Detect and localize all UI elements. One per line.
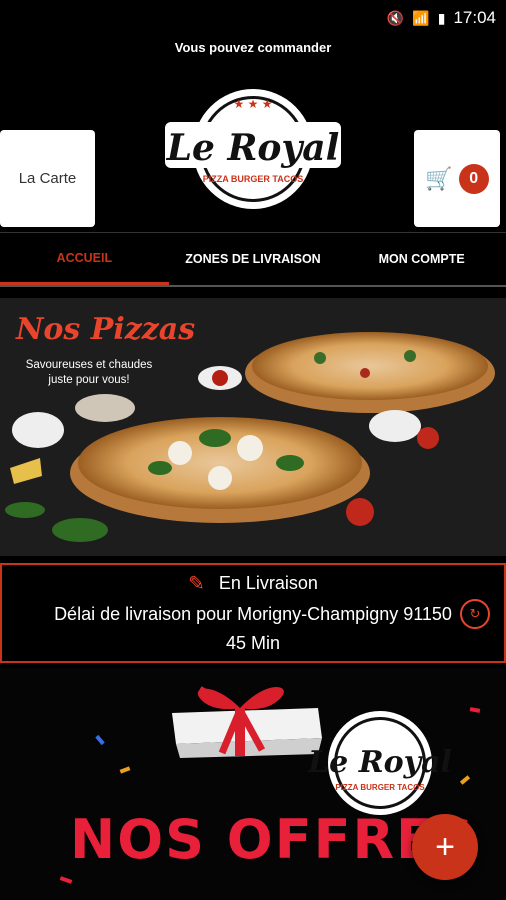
la-carte-button[interactable]: La Carte <box>0 130 95 227</box>
delivery-info-panel[interactable]: ✎ En Livraison Délai de livraison pour M… <box>0 563 506 663</box>
offers-logo-name: Le Royal <box>307 745 452 780</box>
plus-icon: + <box>435 827 455 866</box>
add-fab-button[interactable]: + <box>412 814 478 880</box>
pizza-banner[interactable]: Nos Pizzas Savoureuses et chaudes juste … <box>0 298 506 556</box>
header: La Carte Le Royal PIZZA BURGER TACOS ★ ★… <box>0 70 506 230</box>
tab-zones-de-livraison[interactable]: ZONES DE LIVRAISON <box>169 233 338 285</box>
status-time: 17:04 <box>453 8 496 27</box>
tab-bar: ACCUEIL ZONES DE LIVRAISON MON COMPTE <box>0 232 506 287</box>
clock-icon: ↻ <box>460 599 490 629</box>
offers-logo-tagline: PIZZA BURGER TACOS <box>335 783 425 792</box>
status-bar: 🔇 📶 ▮ 17:04 <box>0 0 506 36</box>
pencil-icon[interactable]: ✎ <box>188 571 205 596</box>
wifi-icon: 📶 <box>412 9 430 26</box>
delivery-description: Délai de livraison pour Morigny-Champign… <box>54 604 452 624</box>
order-notice: Vous pouvez commander <box>174 40 332 55</box>
mute-icon: 🔇 <box>386 9 405 26</box>
logo-name: Le Royal <box>166 127 340 169</box>
banner-subtitle: Savoureuses et chaudes juste pour vous! <box>25 359 153 386</box>
logo-stars-icon: ★ ★ ★ <box>234 97 273 111</box>
tab-accueil[interactable]: ACCUEIL <box>0 233 169 285</box>
cart-icon: 🛒 <box>425 165 453 191</box>
delivery-mode: En Livraison <box>218 573 318 593</box>
le-royal-logo: Le Royal PIZZA BURGER TACOS ★ ★ ★ <box>165 89 341 209</box>
battery-icon: ▮ <box>437 9 446 26</box>
delivery-time: 45 Min <box>225 633 281 653</box>
tab-mon-compte[interactable]: MON COMPTE <box>337 233 506 285</box>
banner-title: Nos Pizzas <box>16 312 196 347</box>
cart-count-badge: 0 <box>458 163 489 194</box>
cart-button[interactable]: 🛒 0 <box>414 130 500 227</box>
logo-tagline: PIZZA BURGER TACOS <box>203 174 304 184</box>
